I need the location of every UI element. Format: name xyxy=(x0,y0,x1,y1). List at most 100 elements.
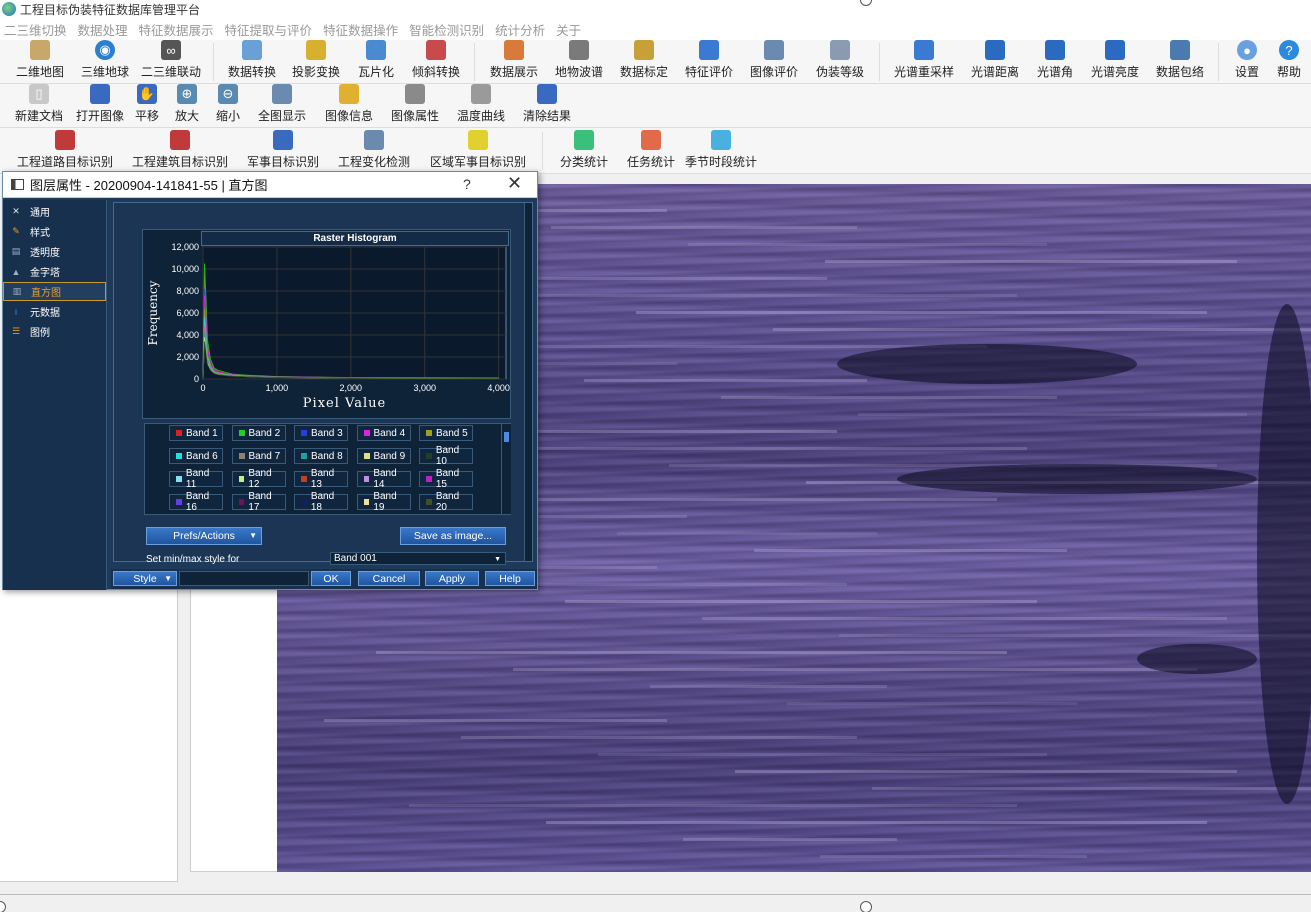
toolbar-button[interactable]: 数据标定 xyxy=(611,40,677,83)
legend-entry[interactable]: Band 9 xyxy=(356,448,411,464)
prefs-actions-label: Prefs/Actions xyxy=(173,530,235,542)
legend-entry[interactable]: Band 12 xyxy=(231,468,286,490)
save-image-button[interactable]: Save as image... xyxy=(400,527,506,545)
toolbar-button[interactable]: 特征评价 xyxy=(677,40,741,83)
menu-item[interactable]: 数据处理 xyxy=(78,20,128,39)
toolbar-button[interactable]: ⊖ 缩小 xyxy=(208,84,248,127)
toolbar-button[interactable]: 图像属性 xyxy=(382,84,448,127)
style-field[interactable] xyxy=(179,571,309,586)
dialog-nav-item[interactable]: ☰ 图例 xyxy=(3,322,106,341)
dialog-nav-item[interactable]: ✎ 样式 xyxy=(3,222,106,241)
image-streak xyxy=(688,243,1047,246)
toolbar-button[interactable]: 光谱亮度 xyxy=(1082,40,1148,83)
chevron-down-icon: ▼ xyxy=(249,531,257,540)
ok-button[interactable]: OK xyxy=(311,571,351,586)
toolbar-button[interactable]: 季节时段统计 xyxy=(683,128,759,173)
legend-label: Band 13 xyxy=(310,468,335,490)
toolbar-button[interactable]: ✋ 平移 xyxy=(128,84,166,127)
help-button[interactable]: Help xyxy=(485,571,535,586)
toolbar-button[interactable]: ⊕ 放大 xyxy=(166,84,208,127)
menu-item[interactable]: 特征提取与评价 xyxy=(225,20,313,39)
legend-entry[interactable]: Band 20 xyxy=(419,491,473,513)
legend-entry[interactable]: Band 13 xyxy=(294,468,348,490)
toolbar-button[interactable]: 地物波谱 xyxy=(547,40,611,83)
legend-swatch xyxy=(238,499,245,505)
toolbar-button[interactable]: ▯ 新建文档 xyxy=(6,84,72,127)
toolbar-button[interactable]: 清除结果 xyxy=(514,84,580,127)
menu-item[interactable]: 特征数据操作 xyxy=(323,20,398,39)
page-scrollbar[interactable] xyxy=(524,203,532,561)
toolbar-button[interactable]: 分类统计 xyxy=(549,128,619,173)
toolbar-button[interactable]: 数据转换 xyxy=(220,40,284,83)
prefs-actions-button[interactable]: Prefs/Actions ▼ xyxy=(146,527,262,545)
legend-entry[interactable]: Band 14 xyxy=(356,468,411,490)
menu-item[interactable]: 统计分析 xyxy=(495,20,545,39)
legend-entry[interactable]: Band 8 xyxy=(294,448,348,464)
toolbar-button[interactable]: ◉ 三维地球 xyxy=(75,40,135,83)
legend-entry[interactable]: Band 16 xyxy=(169,491,223,513)
cancel-button[interactable]: Cancel xyxy=(358,571,420,586)
dialog-close-button[interactable]: ✕ xyxy=(507,173,522,194)
legend-entry[interactable]: Band 4 xyxy=(356,425,411,441)
dialog-nav-item[interactable]: ✕ 通用 xyxy=(3,202,106,221)
legend-entry[interactable]: Band 15 xyxy=(419,468,473,490)
legend-swatch xyxy=(176,476,182,482)
legend-entry[interactable]: Band 10 xyxy=(419,445,473,467)
dialog-title-bar[interactable]: 图层属性 - 20200904-141841-55 | 直方图 ? ✕ xyxy=(3,172,537,198)
legend-scrollbar[interactable] xyxy=(501,424,511,514)
legend-entry[interactable]: Band 2 xyxy=(231,425,286,441)
toolbar-button[interactable]: 打开图像 xyxy=(72,84,128,127)
resize-handle-bottom[interactable] xyxy=(860,901,872,912)
dialog-nav-item[interactable]: ▤ 透明度 xyxy=(3,242,106,261)
image-streak xyxy=(565,600,1037,603)
menu-item[interactable]: 智能检测识别 xyxy=(409,20,484,39)
toolbar-button[interactable]: ● 设置 xyxy=(1225,40,1269,83)
dialog-nav-item[interactable]: ▥ 直方图 xyxy=(3,282,106,301)
toolbar-button[interactable]: 伪装等级 xyxy=(807,40,873,83)
band-select[interactable]: Band 001 ▼ xyxy=(330,552,506,565)
toolbar-button[interactable]: 全图显示 xyxy=(248,84,316,127)
transparency-icon: ▤ xyxy=(11,246,21,256)
toolbar-button[interactable]: 任务统计 xyxy=(619,128,683,173)
menu-item[interactable]: 二三维切换 xyxy=(4,20,67,39)
toolbar-button[interactable]: 数据包络 xyxy=(1148,40,1212,83)
menu-item[interactable]: 特征数据展示 xyxy=(139,20,214,39)
toolbar-button[interactable]: 光谱距离 xyxy=(962,40,1028,83)
legend-entry[interactable]: Band 1 xyxy=(169,425,223,441)
legend-icon: ☰ xyxy=(11,326,21,336)
legend-entry[interactable]: Band 3 xyxy=(294,425,348,441)
legend-entry[interactable]: Band 5 xyxy=(419,425,473,441)
apply-button[interactable]: Apply xyxy=(425,571,479,586)
toolbar-button[interactable]: 数据展示 xyxy=(481,40,547,83)
legend-scroll-thumb[interactable] xyxy=(504,432,509,442)
toolbar-button-label: 打开图像 xyxy=(75,109,124,123)
toolbar-button[interactable]: ? 帮助 xyxy=(1269,40,1309,83)
toolbar-button[interactable]: 区域军事目标识别 xyxy=(420,128,536,173)
legend-entry[interactable]: Band 18 xyxy=(294,491,348,513)
dialog-nav-item[interactable]: ▲ 金字塔 xyxy=(3,262,106,281)
legend-entry[interactable]: Band 7 xyxy=(231,448,286,464)
legend-entry[interactable]: Band 11 xyxy=(169,468,223,490)
legend-entry[interactable]: Band 19 xyxy=(356,491,411,513)
toolbar-button[interactable]: 工程道路目标识别 xyxy=(8,128,122,173)
histogram-legend: Band 1 Band 2 Band 3 Band 4 Band 5 Band 6 Band… xyxy=(144,423,511,515)
dialog-help-button[interactable]: ? xyxy=(463,176,471,192)
toolbar-button[interactable]: 军事目标识别 xyxy=(238,128,328,173)
toolbar-button[interactable]: 投影变换 xyxy=(284,40,348,83)
style-button[interactable]: Style ▼ xyxy=(113,571,177,586)
legend-entry[interactable]: Band 17 xyxy=(231,491,286,513)
menu-item[interactable]: 关于 xyxy=(556,20,581,39)
legend-entry[interactable]: Band 6 xyxy=(169,448,223,464)
toolbar-button[interactable]: ∞ 二三维联动 xyxy=(135,40,207,83)
toolbar-button[interactable]: 温度曲线 xyxy=(448,84,514,127)
toolbar-button[interactable]: 瓦片化 xyxy=(348,40,404,83)
toolbar-button[interactable]: 工程建筑目标识别 xyxy=(122,128,238,173)
toolbar-button[interactable]: 光谱角 xyxy=(1028,40,1082,83)
toolbar-button[interactable]: 图像评价 xyxy=(741,40,807,83)
toolbar-button[interactable]: 二维地图 xyxy=(5,40,75,83)
toolbar-button[interactable]: 工程变化检测 xyxy=(328,128,420,173)
toolbar-button[interactable]: 倾斜转换 xyxy=(404,40,468,83)
toolbar-button[interactable]: 图像信息 xyxy=(316,84,382,127)
toolbar-button[interactable]: 光谱重采样 xyxy=(886,40,962,83)
dialog-nav-item[interactable]: i 元数据 xyxy=(3,302,106,321)
